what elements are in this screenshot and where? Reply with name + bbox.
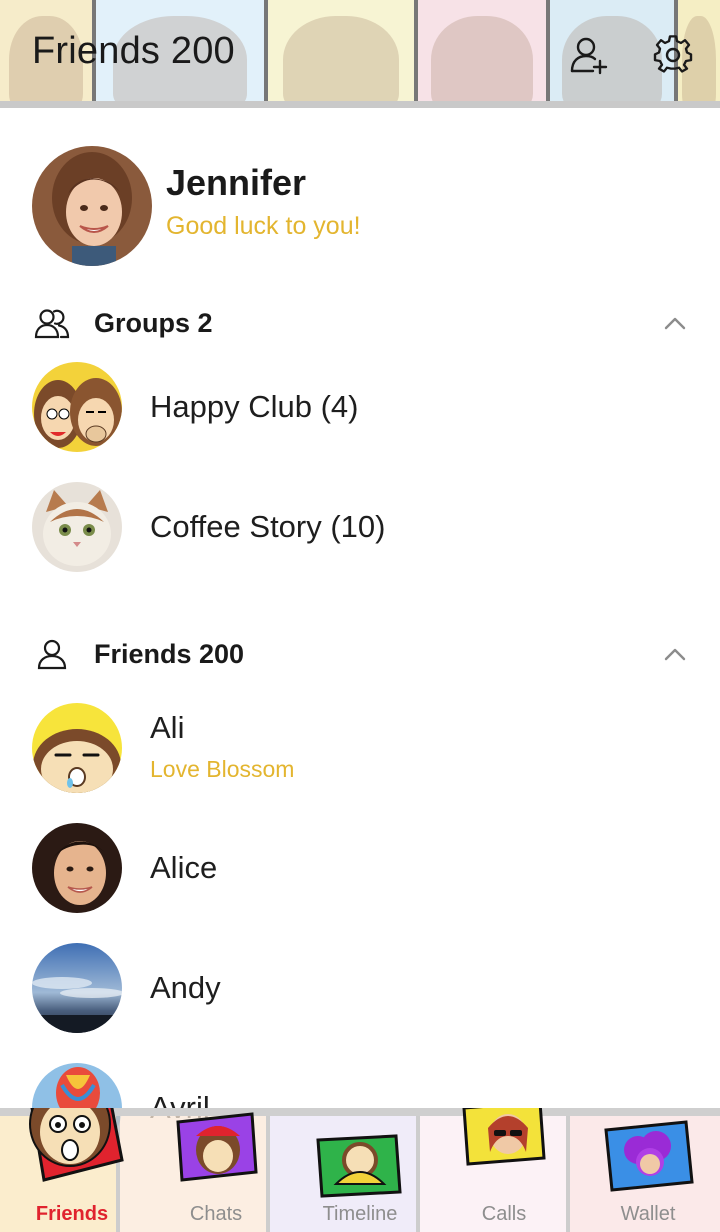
- group-name: Happy Club (4): [150, 389, 359, 424]
- profile-avatar: [32, 146, 152, 266]
- friends-section-header[interactable]: Friends 200: [32, 629, 692, 679]
- tab-label-timeline: Timeline: [322, 1203, 398, 1225]
- tab-label-friends: Friends: [35, 1203, 109, 1225]
- tab-label-chats: Chats: [189, 1203, 243, 1225]
- friend-name: Ali: [150, 709, 185, 745]
- group-avatar: [32, 482, 122, 572]
- friend-row-ali[interactable]: Ali Love Blossom: [32, 702, 692, 794]
- profile-status-message: Good luck to you!: [166, 211, 361, 240]
- friend-status-message: Love Blossom: [150, 755, 295, 782]
- friend-avatar: [32, 943, 122, 1033]
- group-icon: [32, 303, 72, 343]
- profile-name: Jennifer: [166, 161, 307, 203]
- gear-icon: [653, 35, 693, 73]
- person-icon: [32, 634, 72, 674]
- chevron-up-icon: [664, 648, 686, 661]
- tab-friends[interactable]: Friends: [0, 1108, 144, 1232]
- friend-row-alice[interactable]: Alice: [32, 822, 692, 914]
- purple-hair-sticker-icon: [604, 1120, 694, 1192]
- monkey-sticker-icon: [29, 1108, 124, 1182]
- monkey-cap-sticker-icon: [176, 1112, 258, 1182]
- header: Friends 200: [0, 0, 720, 108]
- friend-name: Andy: [150, 970, 221, 1005]
- collapse-groups-button[interactable]: [658, 306, 692, 340]
- group-avatar: [32, 362, 122, 452]
- friend-name: Alice: [150, 850, 218, 885]
- friends-section-title: Friends 200: [94, 638, 245, 669]
- add-friend-button[interactable]: [568, 34, 610, 76]
- girl-sunglasses-sticker-icon: [462, 1108, 546, 1166]
- group-row-happy-club[interactable]: Happy Club (4): [32, 361, 692, 453]
- group-row-coffee-story[interactable]: Coffee Story (10): [32, 481, 692, 573]
- tab-chats[interactable]: Chats: [144, 1108, 288, 1232]
- group-name: Coffee Story (10): [150, 509, 386, 544]
- page-title: Friends 200: [32, 30, 235, 72]
- friend-avatar: [32, 823, 122, 913]
- groups-section-title: Groups 2: [94, 307, 213, 338]
- bottom-tab-bar: Friends Chats Timeline Calls Wallet: [0, 1108, 720, 1232]
- friend-avatar: [32, 703, 122, 793]
- collapse-friends-button[interactable]: [658, 637, 692, 671]
- monkey-fan-sticker-icon: [316, 1134, 402, 1198]
- tab-label-wallet: Wallet: [620, 1203, 676, 1225]
- chevron-up-icon: [664, 317, 686, 330]
- my-profile[interactable]: Jennifer Good luck to you!: [32, 146, 692, 266]
- groups-section-header[interactable]: Groups 2: [32, 298, 692, 348]
- friend-row-andy[interactable]: Andy: [32, 942, 692, 1034]
- tab-calls[interactable]: Calls: [432, 1108, 576, 1232]
- tab-label-calls: Calls: [481, 1203, 527, 1225]
- add-friend-icon: [570, 37, 608, 75]
- settings-button[interactable]: [652, 34, 694, 76]
- tab-wallet[interactable]: Wallet: [576, 1108, 720, 1232]
- tab-timeline[interactable]: Timeline: [288, 1108, 432, 1232]
